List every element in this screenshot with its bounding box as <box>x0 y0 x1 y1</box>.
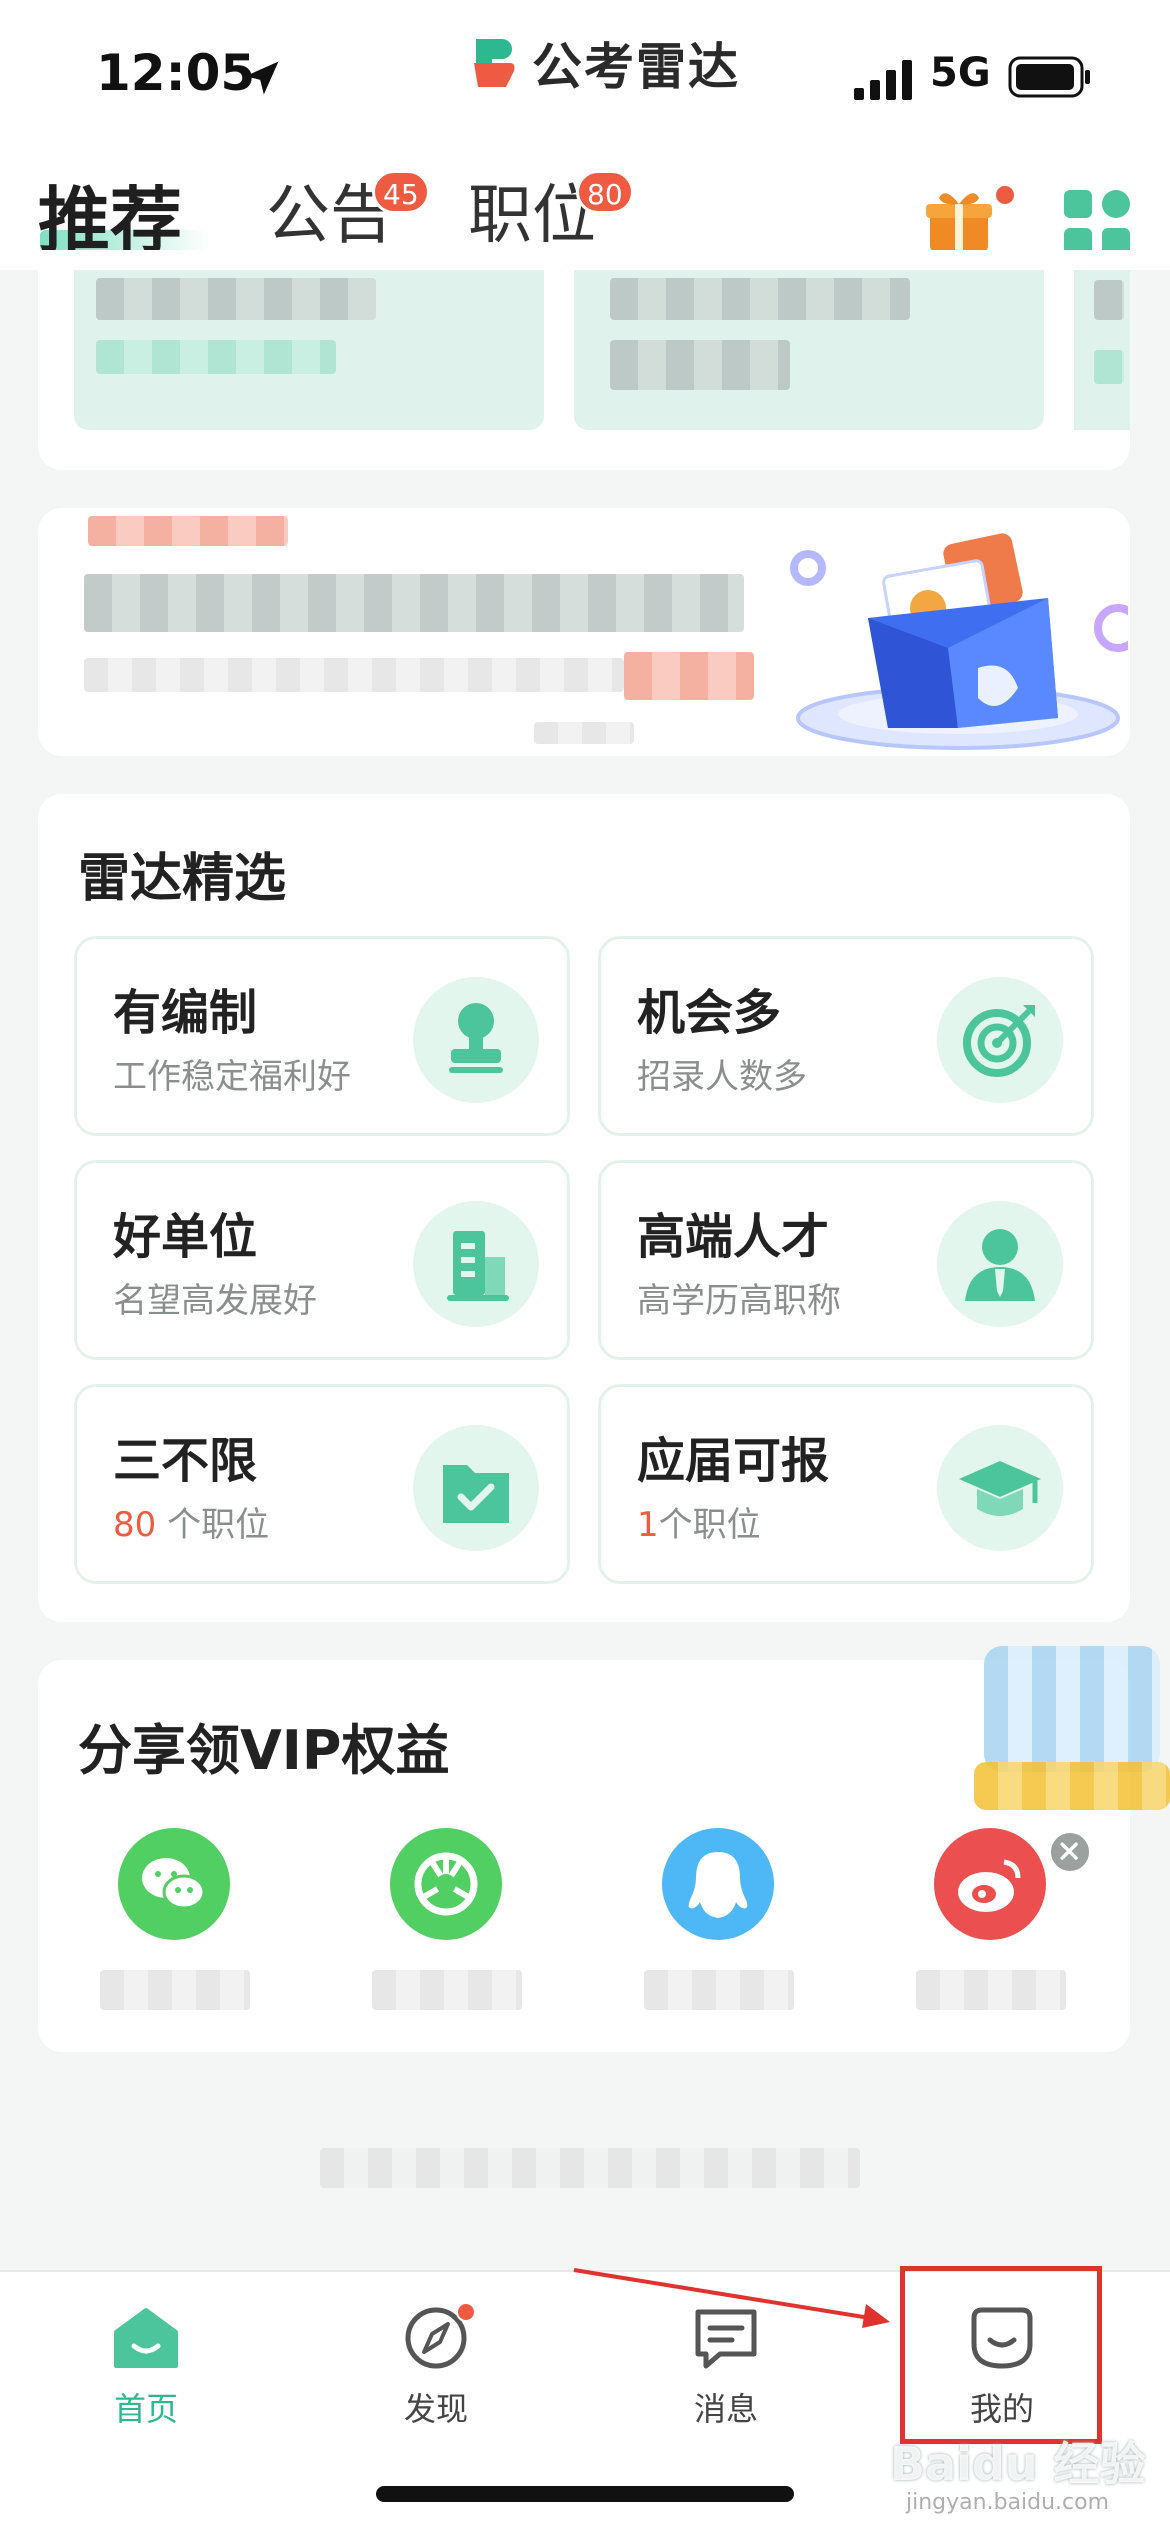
share-vip-card: 分享领VIP权益 <box>38 1660 1130 2052</box>
filter-tile-many-openings[interactable]: 机会多 招录人数多 <box>598 936 1094 1136</box>
blurred-text <box>84 658 624 692</box>
position-count: 80 <box>113 1505 157 1545</box>
blurred-text <box>624 652 754 700</box>
gift-box-illustration-icon <box>790 533 1128 750</box>
apps-grid-icon[interactable] <box>1064 190 1130 256</box>
blurred-ad-image <box>984 1646 1160 1772</box>
wechat-icon[interactable] <box>118 1828 230 1940</box>
discover-notification-dot <box>456 2302 476 2322</box>
filter-tile-has-quota[interactable]: 有编制 工作稳定福利好 <box>74 936 570 1136</box>
blurred-text <box>610 340 790 390</box>
share-label <box>644 1970 794 2010</box>
blurred-ad-label <box>974 1762 1170 1810</box>
position-unit: 个职位 <box>658 1505 761 1545</box>
filter-tile-high-end-talent[interactable]: 高端人才 高学历高职称 <box>598 1160 1094 1360</box>
gift-icon[interactable] <box>924 186 994 256</box>
weibo-icon[interactable] <box>934 1828 1046 1940</box>
positions-count-badge: 80 <box>576 170 634 214</box>
brand-mark-icon <box>470 35 520 91</box>
announcement-cards-row <box>38 250 1130 470</box>
annotation-highlight-box <box>900 2266 1102 2444</box>
tile-subtitle: 80 个职位 <box>113 1497 269 1546</box>
target-icon <box>937 977 1063 1103</box>
nav-label: 首页 <box>113 2390 178 2428</box>
position-unit: 个职位 <box>156 1505 270 1545</box>
folder-check-icon <box>413 1425 539 1551</box>
gift-notification-dot <box>996 186 1014 204</box>
blurred-text <box>96 278 376 320</box>
promo-banner[interactable] <box>38 508 1130 756</box>
watermark-logo: Baidu 经验 <box>890 2437 1146 2491</box>
share-label <box>372 1970 522 2010</box>
tile-subtitle: 高学历高职称 <box>637 1281 841 1321</box>
filter-tile-good-employer[interactable]: 好单位 名望高发展好 <box>74 1160 570 1360</box>
graduation-cap-icon <box>937 1425 1063 1551</box>
blurred-text <box>84 574 744 632</box>
blurred-text <box>534 722 634 744</box>
stamp-icon <box>413 977 539 1103</box>
signal-icon <box>854 60 912 100</box>
tile-title: 好单位 <box>113 1209 258 1265</box>
blurred-text <box>1094 350 1124 384</box>
footer-slogan <box>320 2148 860 2188</box>
tile-title: 三不限 <box>113 1433 258 1489</box>
home-indicator <box>376 2486 794 2502</box>
share-label <box>100 1970 250 2010</box>
announcements-count-badge: 45 <box>372 170 430 214</box>
brand-name: 公考雷达 <box>532 38 740 96</box>
nav-discover[interactable]: 发现 <box>346 2302 526 2430</box>
tile-subtitle: 名望高发展好 <box>113 1281 317 1321</box>
nav-label: 消息 <box>693 2390 758 2428</box>
floating-ad[interactable] <box>974 1636 1170 1814</box>
tile-title: 应届可报 <box>637 1433 830 1489</box>
tile-title: 有编制 <box>113 985 258 1041</box>
section-title: 分享领VIP权益 <box>78 1719 450 1782</box>
location-arrow-icon <box>245 61 279 95</box>
battery-icon <box>1008 56 1090 98</box>
announcement-card[interactable] <box>574 270 1044 430</box>
section-title: 雷达精选 <box>78 849 287 909</box>
radar-selection-card: 雷达精选 有编制 工作稳定福利好 机会多 招录人数多 好单位 名望高发展好 高端… <box>38 794 1130 1622</box>
filter-tile-fresh-graduates[interactable]: 应届可报 1个职位 <box>598 1384 1094 1584</box>
nav-label: 发现 <box>403 2390 468 2428</box>
watermark-url: jingyan.baidu.com <box>906 2490 1110 2515</box>
home-icon <box>114 2308 178 2368</box>
network-type: 5G <box>930 50 991 96</box>
position-count: 1 <box>637 1505 659 1545</box>
tile-subtitle: 招录人数多 <box>637 1057 807 1097</box>
tile-title: 高端人才 <box>637 1209 830 1265</box>
announcement-card[interactable] <box>74 270 544 430</box>
blurred-text <box>610 278 910 320</box>
tile-title: 机会多 <box>637 985 782 1041</box>
status-time: 12:05 <box>96 44 256 102</box>
annotation-arrow-icon <box>573 2268 890 2328</box>
blurred-text <box>88 516 288 546</box>
building-icon <box>413 1201 539 1327</box>
tile-subtitle: 工作稳定福利好 <box>113 1057 351 1097</box>
qq-icon[interactable] <box>662 1828 774 1940</box>
brand-logo: 公考雷达 <box>470 28 740 98</box>
close-icon[interactable] <box>1048 1830 1092 1874</box>
filter-tile-no-restrictions[interactable]: 三不限 80 个职位 <box>74 1384 570 1584</box>
person-icon <box>937 1201 1063 1327</box>
nav-home[interactable]: 首页 <box>56 2302 236 2430</box>
tile-subtitle: 1个职位 <box>637 1497 761 1546</box>
blurred-text <box>96 340 336 374</box>
tab-positions[interactable]: 职位 <box>468 164 596 256</box>
announcement-card[interactable] <box>1074 270 1130 430</box>
blurred-text <box>1094 280 1124 320</box>
share-label <box>916 1970 1066 2010</box>
tab-announcements[interactable]: 公告 <box>266 164 394 256</box>
moments-icon[interactable] <box>390 1828 502 1940</box>
